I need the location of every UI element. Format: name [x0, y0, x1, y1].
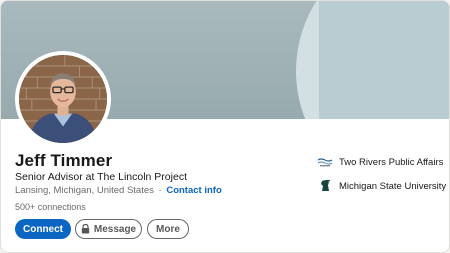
- connections-count[interactable]: 500+ connections: [15, 202, 86, 212]
- lock-icon: [81, 224, 90, 234]
- connect-button[interactable]: Connect: [15, 219, 71, 239]
- org-msu-name: Michigan State University: [339, 180, 447, 192]
- profile-headline: Senior Advisor at The Lincoln Project: [15, 171, 187, 183]
- org-two-rivers-name: Two Rivers Public Affairs: [339, 156, 444, 168]
- message-button[interactable]: Message: [75, 219, 142, 239]
- profile-avatar[interactable]: [15, 51, 111, 147]
- more-button-label: More: [156, 223, 180, 235]
- profile-name: Jeff Timmer: [15, 151, 113, 170]
- connect-button-label: Connect: [23, 223, 63, 235]
- profile-location: Lansing, Michigan, United States: [15, 185, 154, 196]
- contact-info-link[interactable]: Contact info: [166, 185, 221, 196]
- two-rivers-logo-icon: [317, 155, 333, 169]
- org-msu[interactable]: Michigan State University: [317, 179, 446, 193]
- more-button[interactable]: More: [147, 219, 189, 239]
- profile-photo: [19, 55, 107, 143]
- location-row: Lansing, Michigan, United States · Conta…: [15, 185, 222, 196]
- profile-card: Jeff Timmer Senior Advisor at The Lincol…: [0, 0, 450, 253]
- msu-spartan-logo-icon: [317, 179, 333, 193]
- org-two-rivers[interactable]: Two Rivers Public Affairs: [317, 155, 443, 169]
- separator-dot: ·: [158, 185, 162, 196]
- message-button-label: Message: [93, 223, 137, 235]
